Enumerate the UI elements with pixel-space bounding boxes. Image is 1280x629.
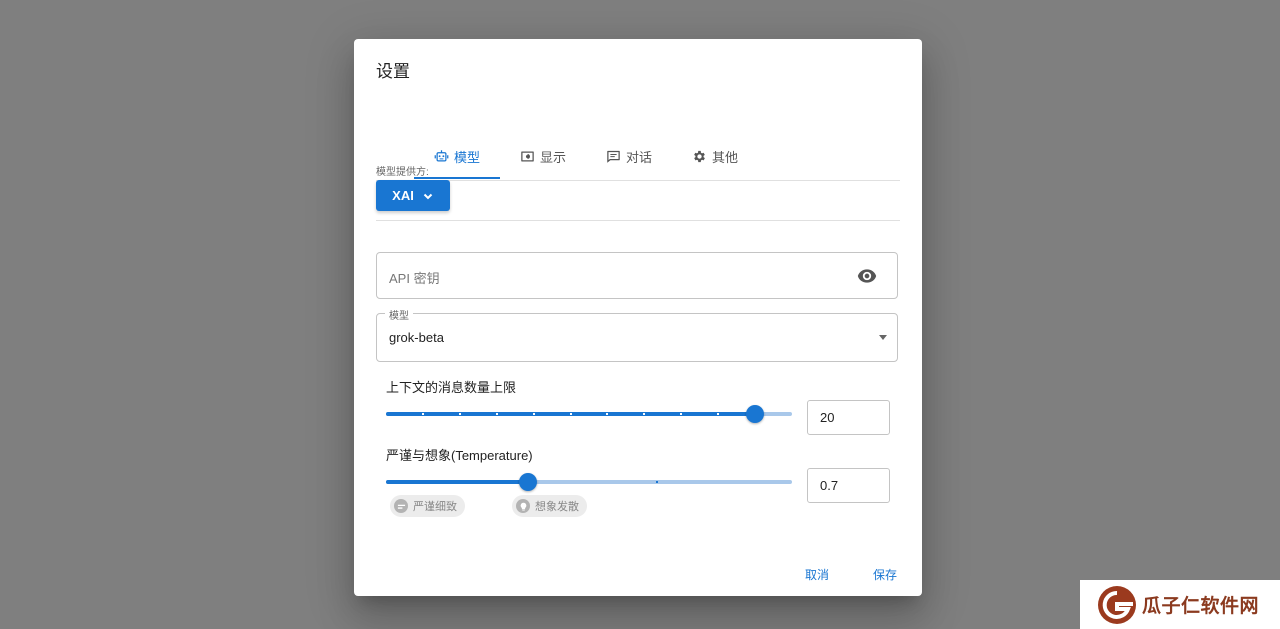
slider-mark xyxy=(421,413,424,415)
tab-other-label: 其他 xyxy=(711,149,738,165)
temperature-input[interactable]: 0.7 xyxy=(807,468,890,503)
strict-icon xyxy=(394,499,408,513)
temperature-slider[interactable] xyxy=(386,472,792,492)
context-limit-input[interactable]: 20 xyxy=(807,400,890,435)
provider-value: XAI xyxy=(392,188,414,203)
slider-mark xyxy=(532,413,535,415)
watermark-logo xyxy=(1098,585,1136,624)
tab-display-label: 显示 xyxy=(539,149,566,165)
chat-icon xyxy=(607,150,620,163)
gear-icon xyxy=(694,150,705,162)
lightbulb-icon xyxy=(516,499,530,513)
slider-thumb[interactable] xyxy=(746,405,765,423)
cancel-button[interactable]: 取消 xyxy=(805,566,829,583)
temperature-label: 严谨与想象(Temperature) xyxy=(386,448,533,463)
slider-mark xyxy=(680,413,683,415)
context-limit-slider[interactable] xyxy=(386,404,792,424)
save-button[interactable]: 保存 xyxy=(873,566,897,583)
slider-mark xyxy=(569,413,572,415)
imaginative-chip[interactable]: 想象发散 xyxy=(512,495,587,517)
strict-chip-label: 严谨细致 xyxy=(413,501,457,513)
strict-chip[interactable]: 严谨细致 xyxy=(390,495,465,517)
robot-icon xyxy=(434,149,449,161)
slider-mark xyxy=(458,413,461,415)
api-key-field[interactable]: API 密钥 xyxy=(376,252,898,299)
display-icon xyxy=(521,151,534,161)
tab-other[interactable]: 其他 xyxy=(672,133,758,179)
watermark: 瓜子仁软件网 xyxy=(1080,580,1280,629)
slider-mark xyxy=(655,481,658,483)
context-limit-label: 上下文的消息数量上限 xyxy=(386,380,517,395)
imaginative-chip-label: 想象发散 xyxy=(535,501,579,513)
slider-mark xyxy=(495,413,498,415)
settings-dialog: 设置 模型 显示 对话 其他 模型提供方: XAI API 密钥 模型 grok… xyxy=(354,39,922,596)
watermark-text: 瓜子仁软件网 xyxy=(1142,596,1260,617)
slider-mark xyxy=(643,413,646,415)
provider-label: 模型提供方: xyxy=(376,167,429,178)
tab-conversation[interactable]: 对话 xyxy=(586,133,672,179)
divider xyxy=(376,220,900,221)
slider-mark xyxy=(606,413,609,415)
tab-display[interactable]: 显示 xyxy=(500,133,586,179)
slider-mark xyxy=(717,413,720,415)
settings-tabs: 模型 显示 对话 其他 xyxy=(376,133,900,181)
slider-track xyxy=(386,480,529,484)
eye-icon[interactable] xyxy=(857,268,877,284)
tab-conversation-label: 对话 xyxy=(625,149,652,165)
dropdown-arrow-icon[interactable] xyxy=(879,335,887,340)
model-legend: 模型 xyxy=(385,307,413,322)
dialog-title: 设置 xyxy=(376,62,410,81)
provider-select-button[interactable]: XAI xyxy=(376,180,450,211)
api-key-placeholder: API 密钥 xyxy=(389,271,440,286)
tab-model-label: 模型 xyxy=(453,149,480,165)
chevron-down-icon xyxy=(423,193,433,199)
model-select[interactable]: 模型 grok-beta xyxy=(376,307,898,362)
model-value: grok-beta xyxy=(389,330,444,345)
slider-thumb[interactable] xyxy=(519,473,538,491)
